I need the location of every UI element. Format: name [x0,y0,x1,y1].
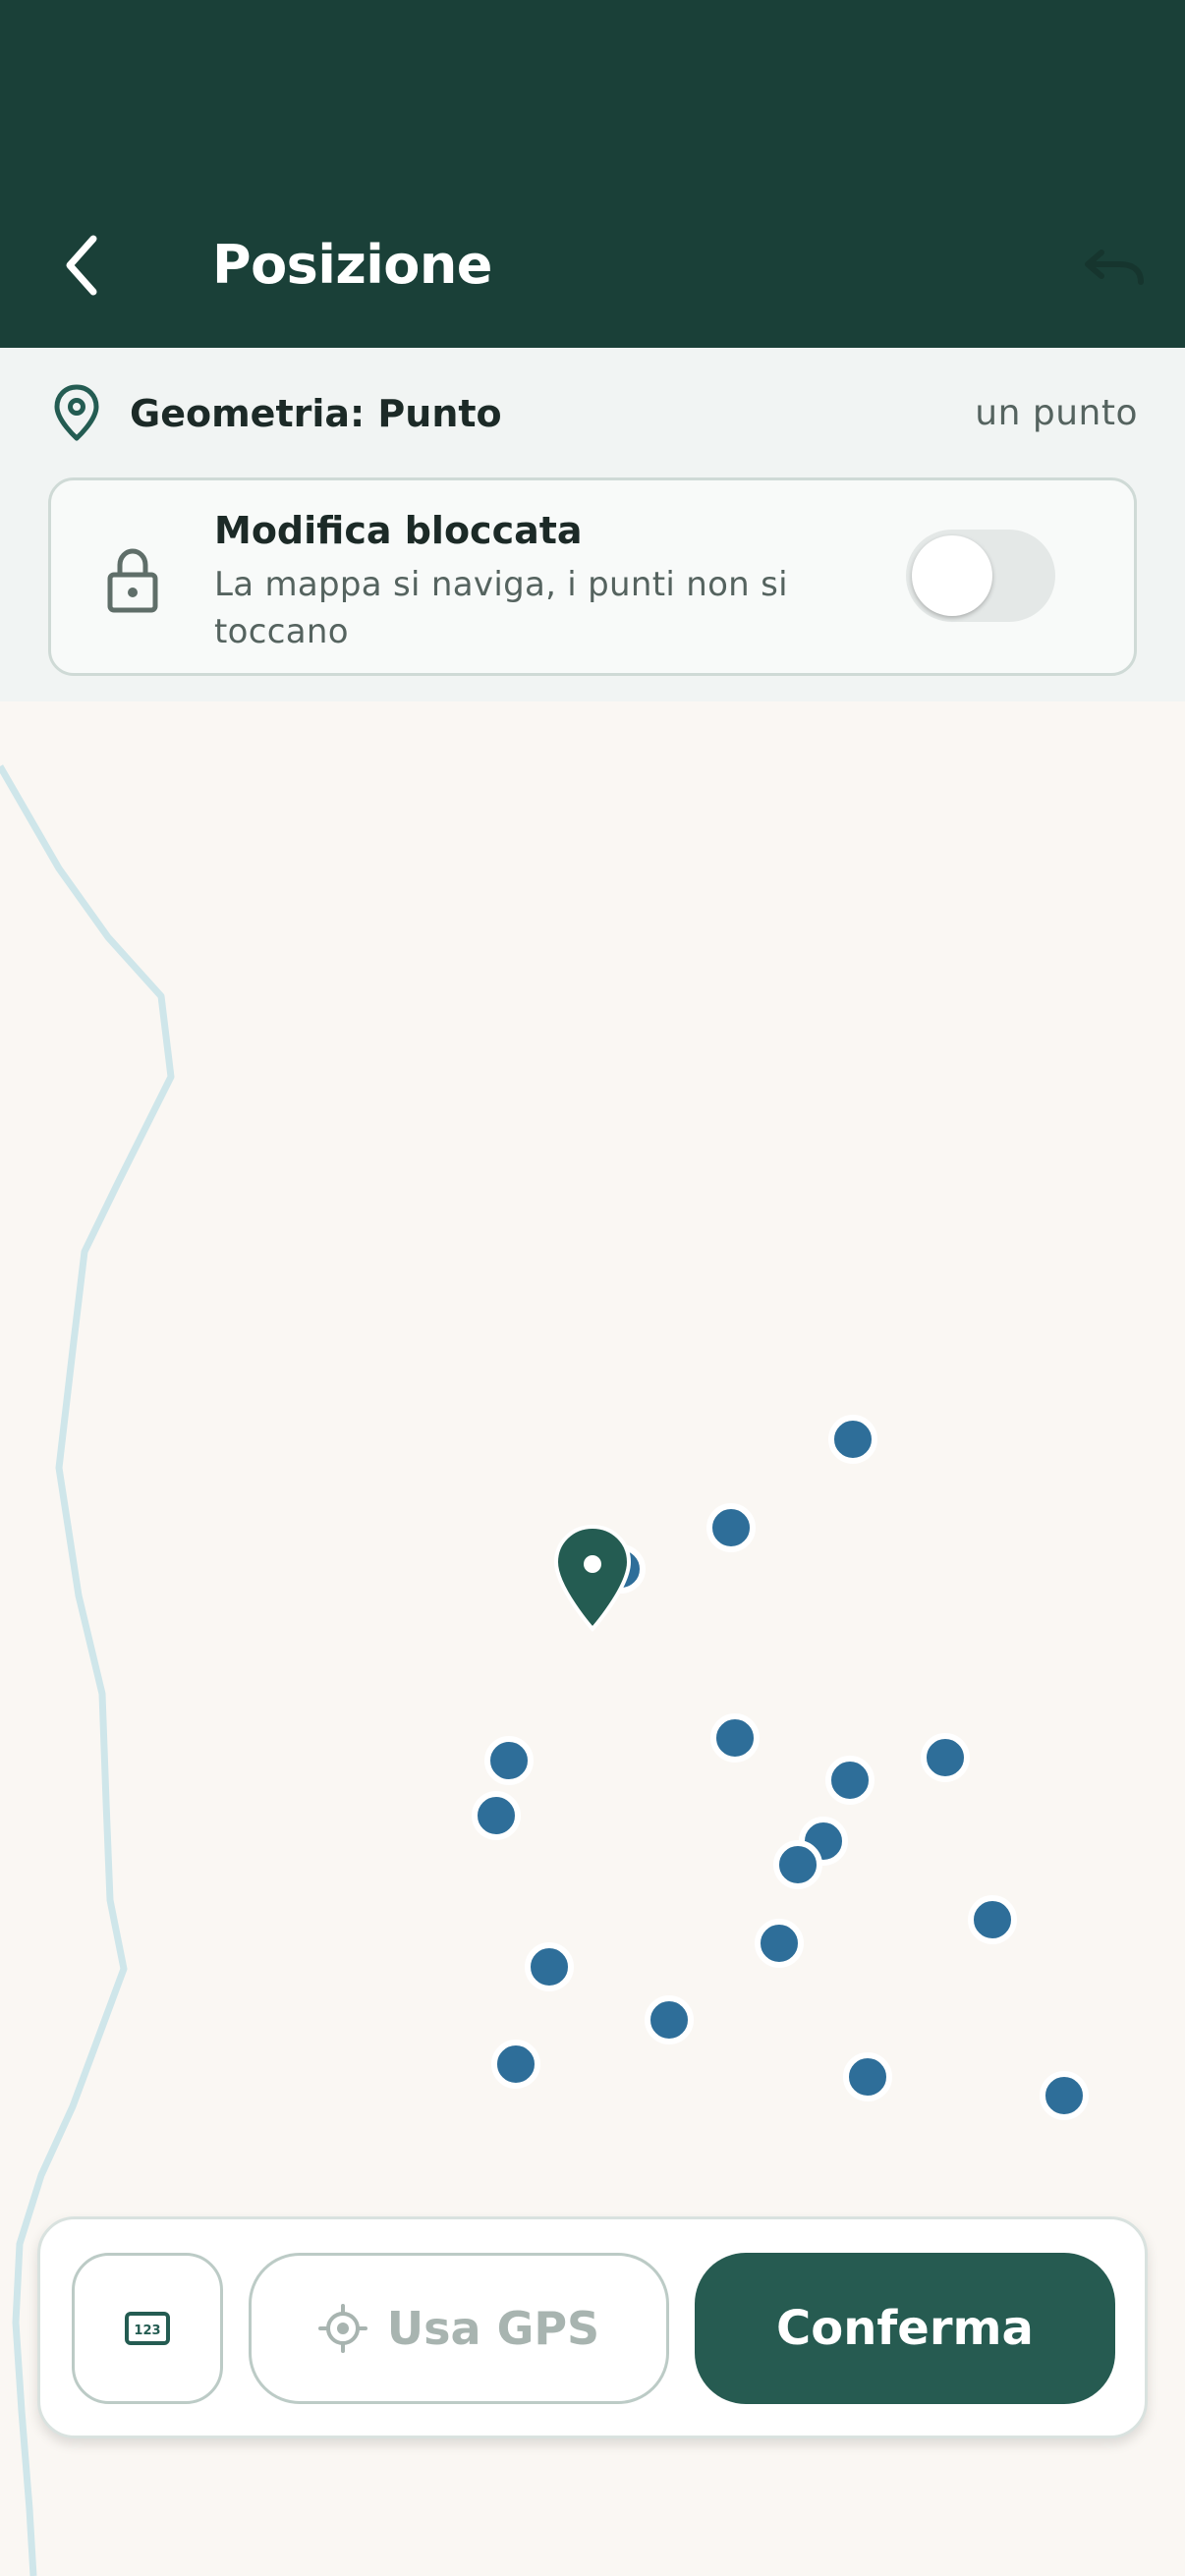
selected-marker[interactable] [553,1524,632,1633]
map-point[interactable] [968,1895,1017,1944]
undo-icon [1085,250,1144,285]
map-point[interactable] [828,1415,877,1464]
map-point[interactable] [921,1733,970,1782]
geometry-panel: Geometria: Punto un punto Modifica blocc… [0,348,1185,701]
map-point[interactable] [645,1995,694,2044]
undo-button[interactable] [1073,232,1152,301]
confirm-button[interactable]: Conferma [695,2253,1115,2404]
edit-lock-toggle[interactable] [906,530,1055,622]
geometry-label: Geometria: Punto [130,392,502,435]
confirm-label: Conferma [776,2301,1034,2356]
toggle-knob [912,535,992,616]
use-gps-label: Usa GPS [386,2302,600,2355]
geometry-count: un punto [975,393,1138,433]
svg-text:123: 123 [134,2324,160,2338]
map-point[interactable] [843,2052,892,2101]
use-gps-button[interactable]: Usa GPS [249,2253,669,2404]
map-point[interactable] [773,1840,822,1889]
crosshair-icon [317,2304,367,2353]
map-points [472,1415,1089,2120]
map-point[interactable] [706,1503,756,1552]
lock-icon [107,548,158,613]
numeric-entry-button[interactable]: 123 [72,2253,223,2404]
map-point[interactable] [484,1736,534,1785]
lock-title: Modifica bloccata [214,509,583,552]
map-point[interactable] [491,2040,540,2089]
map-point[interactable] [755,1919,804,1968]
numeric-keypad-icon: 123 [125,2312,170,2345]
map-point[interactable] [825,1756,875,1805]
chevron-left-icon [66,235,97,296]
map-pin-icon [54,384,99,441]
map-point[interactable] [525,1942,574,1991]
app-header: Posizione [0,0,1185,348]
page-title: Posizione [212,234,492,296]
map-point[interactable] [710,1713,760,1763]
edit-lock-card: Modifica bloccata La mappa si naviga, i … [48,477,1137,676]
map-point[interactable] [1040,2071,1089,2120]
back-button[interactable] [43,218,122,312]
lock-subtitle: La mappa si naviga, i punti non si tocca… [214,565,788,651]
geometry-row: Geometria: Punto un punto [0,348,1185,476]
bottom-action-bar: 123 Usa GPS Conferma [37,2216,1148,2438]
map-point[interactable] [472,1791,521,1840]
